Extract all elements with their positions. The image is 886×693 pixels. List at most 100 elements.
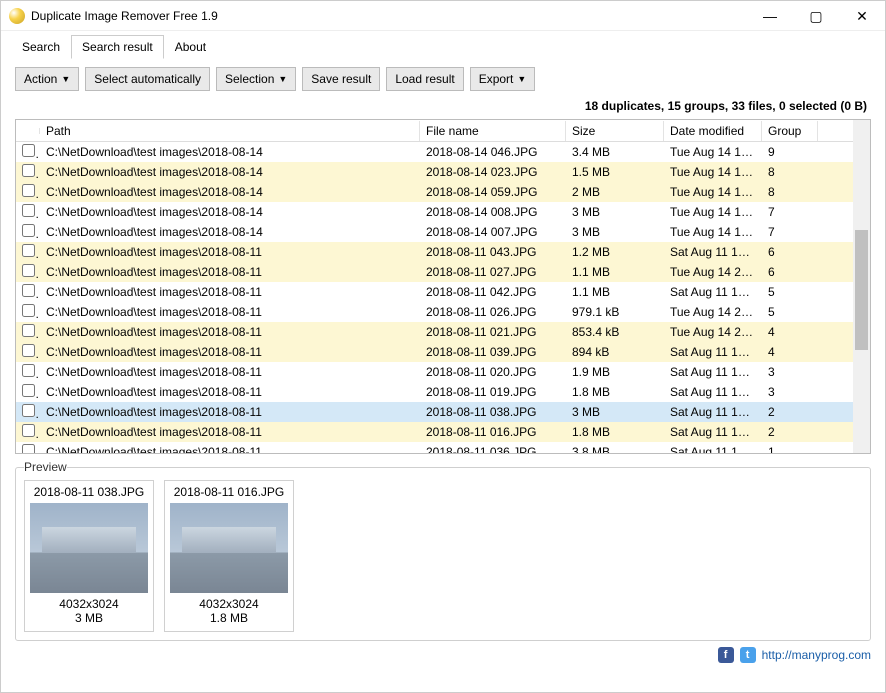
cell-size: 1.8 MB	[566, 423, 664, 441]
table-row[interactable]: C:\NetDownload\test images\2018-08-11201…	[16, 242, 853, 262]
cell-date: Tue Aug 14 22:...	[664, 323, 762, 341]
cell-file: 2018-08-14 007.JPG	[420, 223, 566, 241]
cell-path: C:\NetDownload\test images\2018-08-11	[40, 403, 420, 421]
maximize-button[interactable]: ▢	[793, 1, 839, 31]
table-row[interactable]: C:\NetDownload\test images\2018-08-11201…	[16, 382, 853, 402]
preview-thumbnail[interactable]: 2018-08-11 016.JPG4032x30241.8 MB	[164, 480, 294, 632]
table-row[interactable]: C:\NetDownload\test images\2018-08-11201…	[16, 362, 853, 382]
thumb-resolution: 4032x3024	[169, 597, 289, 611]
tab-bar: Search Search result About	[1, 31, 885, 59]
facebook-icon[interactable]: f	[718, 647, 734, 663]
table-row[interactable]: C:\NetDownload\test images\2018-08-11201…	[16, 322, 853, 342]
cell-path: C:\NetDownload\test images\2018-08-14	[40, 203, 420, 221]
tab-search-result[interactable]: Search result	[71, 35, 164, 59]
load-result-button[interactable]: Load result	[386, 67, 463, 91]
cell-path: C:\NetDownload\test images\2018-08-11	[40, 263, 420, 281]
table-row[interactable]: C:\NetDownload\test images\2018-08-11201…	[16, 422, 853, 442]
cell-path: C:\NetDownload\test images\2018-08-11	[40, 323, 420, 341]
cell-group: 8	[762, 183, 818, 201]
row-checkbox[interactable]	[22, 444, 35, 453]
table-row[interactable]: C:\NetDownload\test images\2018-08-14201…	[16, 182, 853, 202]
row-checkbox[interactable]	[22, 324, 35, 337]
select-auto-button[interactable]: Select automatically	[85, 67, 210, 91]
cell-group: 6	[762, 243, 818, 261]
col-date[interactable]: Date modified	[664, 121, 762, 141]
col-path[interactable]: Path	[40, 121, 420, 141]
table-row[interactable]: C:\NetDownload\test images\2018-08-14201…	[16, 202, 853, 222]
tab-search[interactable]: Search	[11, 35, 71, 59]
cell-path: C:\NetDownload\test images\2018-08-11	[40, 243, 420, 261]
cell-path: C:\NetDownload\test images\2018-08-11	[40, 423, 420, 441]
cell-file: 2018-08-14 059.JPG	[420, 183, 566, 201]
cell-date: Tue Aug 14 15:...	[664, 143, 762, 161]
window-title: Duplicate Image Remover Free 1.9	[31, 9, 747, 23]
row-checkbox[interactable]	[22, 344, 35, 357]
cell-date: Tue Aug 14 15:...	[664, 203, 762, 221]
table-row[interactable]: C:\NetDownload\test images\2018-08-14201…	[16, 142, 853, 162]
row-checkbox[interactable]	[22, 144, 35, 157]
cell-group: 4	[762, 323, 818, 341]
cell-size: 3.8 MB	[566, 443, 664, 453]
cell-path: C:\NetDownload\test images\2018-08-14	[40, 223, 420, 241]
table-row[interactable]: C:\NetDownload\test images\2018-08-14201…	[16, 222, 853, 242]
row-checkbox[interactable]	[22, 244, 35, 257]
row-checkbox[interactable]	[22, 204, 35, 217]
cell-path: C:\NetDownload\test images\2018-08-14	[40, 143, 420, 161]
cell-date: Sat Aug 11 19:...	[664, 363, 762, 381]
cell-file: 2018-08-11 020.JPG	[420, 363, 566, 381]
table-row[interactable]: C:\NetDownload\test images\2018-08-11201…	[16, 282, 853, 302]
selection-button[interactable]: Selection▼	[216, 67, 296, 91]
row-checkbox[interactable]	[22, 404, 35, 417]
cell-size: 1.9 MB	[566, 363, 664, 381]
cell-path: C:\NetDownload\test images\2018-08-14	[40, 183, 420, 201]
table-row[interactable]: C:\NetDownload\test images\2018-08-14201…	[16, 162, 853, 182]
scroll-thumb[interactable]	[855, 230, 868, 350]
row-checkbox[interactable]	[22, 164, 35, 177]
cell-group: 3	[762, 363, 818, 381]
col-size[interactable]: Size	[566, 121, 664, 141]
close-button[interactable]: ✕	[839, 1, 885, 31]
cell-size: 1.8 MB	[566, 383, 664, 401]
table-row[interactable]: C:\NetDownload\test images\2018-08-11201…	[16, 262, 853, 282]
col-file[interactable]: File name	[420, 121, 566, 141]
table-row[interactable]: C:\NetDownload\test images\2018-08-11201…	[16, 342, 853, 362]
cell-file: 2018-08-11 042.JPG	[420, 283, 566, 301]
twitter-icon[interactable]: t	[740, 647, 756, 663]
row-checkbox[interactable]	[22, 224, 35, 237]
table-row[interactable]: C:\NetDownload\test images\2018-08-11201…	[16, 442, 853, 453]
tab-about[interactable]: About	[164, 35, 217, 59]
cell-size: 1.1 MB	[566, 263, 664, 281]
cell-date: Tue Aug 14 15:...	[664, 223, 762, 241]
toolbar: Action▼ Select automatically Selection▼ …	[1, 59, 885, 95]
export-button[interactable]: Export▼	[470, 67, 536, 91]
row-checkbox[interactable]	[22, 184, 35, 197]
row-checkbox[interactable]	[22, 284, 35, 297]
row-checkbox[interactable]	[22, 264, 35, 277]
cell-file: 2018-08-11 039.JPG	[420, 343, 566, 361]
cell-group: 7	[762, 223, 818, 241]
cell-date: Sat Aug 11 19:...	[664, 343, 762, 361]
preview-thumbnail[interactable]: 2018-08-11 038.JPG4032x30243 MB	[24, 480, 154, 632]
cell-file: 2018-08-11 038.JPG	[420, 403, 566, 421]
thumb-resolution: 4032x3024	[29, 597, 149, 611]
website-link[interactable]: http://manyprog.com	[762, 648, 871, 662]
save-result-button[interactable]: Save result	[302, 67, 380, 91]
row-checkbox[interactable]	[22, 304, 35, 317]
action-button[interactable]: Action▼	[15, 67, 79, 91]
row-checkbox[interactable]	[22, 364, 35, 377]
cell-size: 1.2 MB	[566, 243, 664, 261]
table-row[interactable]: C:\NetDownload\test images\2018-08-11201…	[16, 302, 853, 322]
minimize-button[interactable]: —	[747, 1, 793, 31]
cell-date: Sat Aug 11 19:...	[664, 283, 762, 301]
cell-date: Sat Aug 11 19:...	[664, 383, 762, 401]
table-row[interactable]: C:\NetDownload\test images\2018-08-11201…	[16, 402, 853, 422]
col-group[interactable]: Group	[762, 121, 818, 141]
cell-date: Sat Aug 11 19:...	[664, 443, 762, 453]
vertical-scrollbar[interactable]	[853, 120, 870, 453]
preview-title: Preview	[24, 460, 67, 474]
cell-group: 5	[762, 283, 818, 301]
row-checkbox[interactable]	[22, 424, 35, 437]
row-checkbox[interactable]	[22, 384, 35, 397]
results-table: Path File name Size Date modified Group …	[15, 119, 871, 454]
cell-path: C:\NetDownload\test images\2018-08-11	[40, 283, 420, 301]
